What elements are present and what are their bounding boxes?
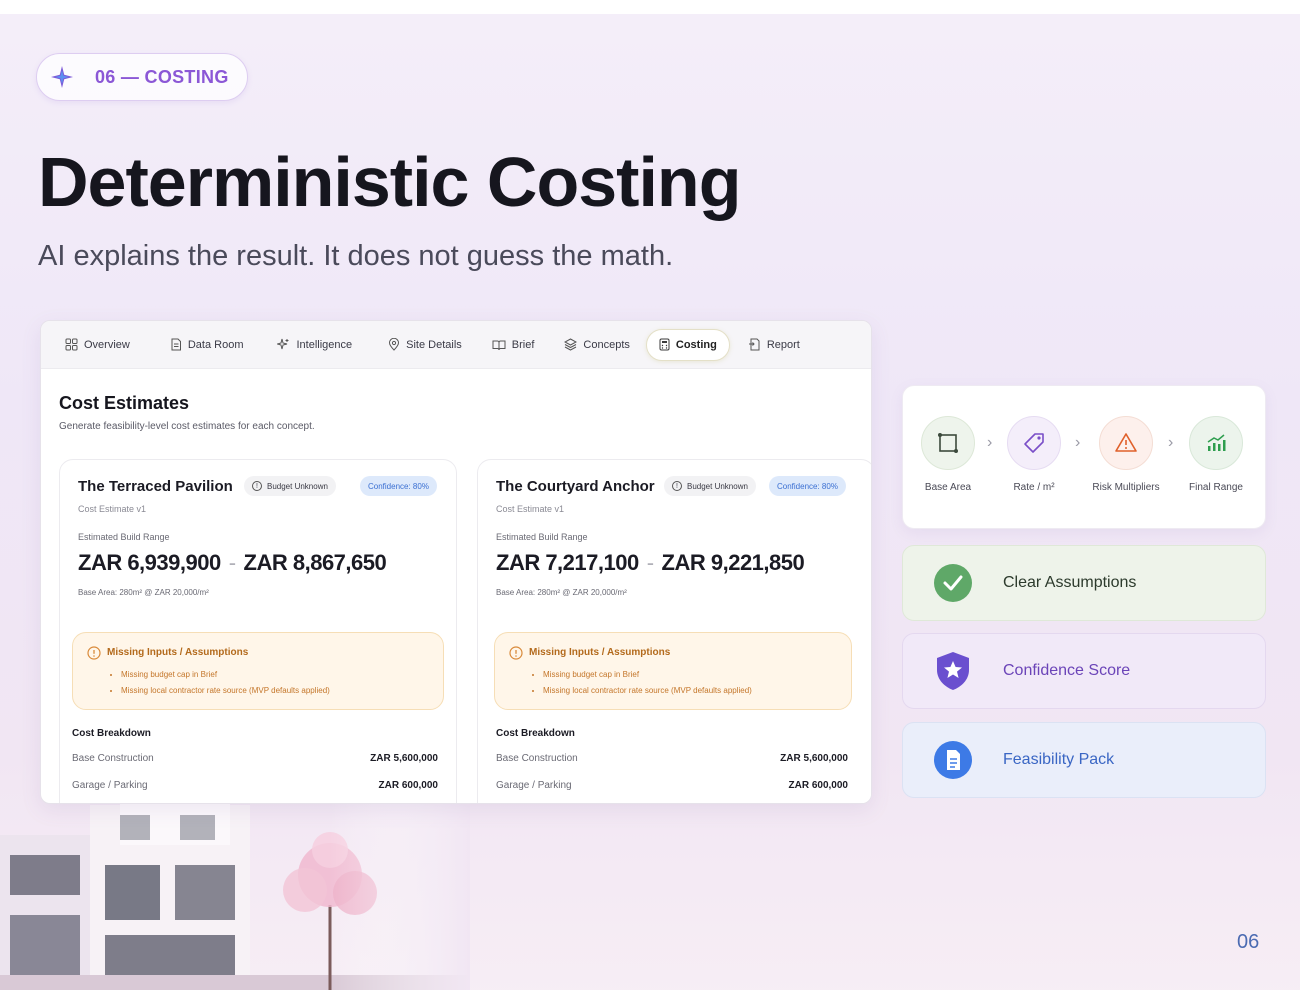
flow-step-label: Base Area <box>924 482 972 493</box>
tab-label: Intelligence <box>296 338 353 351</box>
chart-icon <box>1189 416 1243 470</box>
flow-step-label: Final Range <box>1189 482 1243 493</box>
breakdown-row: Base Construction ZAR 5,600,000 <box>496 753 848 764</box>
tab-label: Data Room <box>187 338 244 351</box>
info-circle-icon <box>87 646 101 665</box>
breakdown-title: Cost Breakdown <box>72 728 151 739</box>
build-range: ZAR 6,939,900- ZAR 8,867,650 <box>78 550 387 575</box>
concept-card: The Terraced Pavilion ! Budget Unknown C… <box>59 459 457 803</box>
building-illustration <box>0 795 470 990</box>
warning-icon <box>1099 416 1153 470</box>
concept-version: Cost Estimate v1 <box>496 504 565 514</box>
range-label: Estimated Build Range <box>496 532 588 542</box>
section-label: 06 — COSTING <box>95 66 229 87</box>
tab-brief[interactable]: Brief <box>486 329 541 361</box>
build-range: ZAR 7,217,100- ZAR 9,221,850 <box>496 550 805 575</box>
warning-item: Missing local contractor rate source (MV… <box>543 683 752 699</box>
confidence-badge: Confidence: 80% <box>769 476 846 496</box>
costing-flow: Base Area › Rate / m² › Risk Multipliers… <box>902 385 1266 529</box>
page-subtitle: AI explains the result. It does not gues… <box>38 240 674 272</box>
grid-icon <box>65 338 78 351</box>
tab-label: Concepts <box>583 338 630 351</box>
info-icon: ! <box>672 481 682 491</box>
tab-label: Costing <box>675 338 717 351</box>
tab-label: Site Details <box>406 338 462 351</box>
feature-confidence-score: Confidence Score <box>902 633 1266 709</box>
section-pill: 06 — COSTING <box>36 53 248 101</box>
feature-feasibility-pack: Feasibility Pack <box>902 722 1266 798</box>
tab-concepts[interactable]: Concepts <box>558 329 635 361</box>
tab-label: Report <box>766 338 800 351</box>
base-area-rate: Base Area: 280m² @ ZAR 20,000/m² <box>496 588 627 597</box>
concept-card: The Courtyard Anchor ! Budget Unknown Co… <box>477 459 871 803</box>
book-icon <box>492 340 506 350</box>
page-number: 06 <box>1237 931 1260 953</box>
warning-item: Missing budget cap in Brief <box>121 667 330 683</box>
warning-item: Missing local contractor rate source (MV… <box>121 683 330 699</box>
concept-name: The Courtyard Anchor <box>496 478 655 495</box>
tab-overview[interactable]: Overview <box>59 329 136 361</box>
warning-item: Missing budget cap in Brief <box>543 667 752 683</box>
tab-report[interactable]: Report <box>742 329 806 361</box>
feature-clear-assumptions: Clear Assumptions <box>902 545 1266 621</box>
tab-bar: Overview Data Room Intelligence Site Det… <box>41 321 871 369</box>
calculator-icon <box>659 338 670 351</box>
base-area-rate: Base Area: 280m² @ ZAR 20,000/m² <box>78 588 209 597</box>
feature-label: Feasibility Pack <box>1003 751 1115 768</box>
info-circle-icon <box>509 646 523 665</box>
tab-costing[interactable]: Costing <box>645 328 730 361</box>
budget-badge: ! Budget Unknown <box>664 476 756 496</box>
info-icon: ! <box>252 481 262 491</box>
cost-estimates-heading: Cost Estimates <box>59 393 190 413</box>
range-label: Estimated Build Range <box>78 532 170 542</box>
tab-intelligence[interactable]: Intelligence <box>271 329 358 361</box>
tab-data-room[interactable]: Data Room <box>164 329 250 361</box>
concept-version: Cost Estimate v1 <box>78 504 147 514</box>
warning-title: Missing Inputs / Assumptions <box>529 647 671 658</box>
concept-name: The Terraced Pavilion <box>78 478 233 495</box>
document-icon <box>933 740 973 780</box>
confidence-badge: Confidence: 80% <box>360 476 437 496</box>
cost-estimates-description: Generate feasibility-level cost estimate… <box>59 421 315 432</box>
pin-icon <box>389 338 400 351</box>
feature-label: Clear Assumptions <box>1003 574 1137 591</box>
assumptions-warning: Missing Inputs / Assumptions Missing bud… <box>72 632 444 710</box>
sparkle-icon <box>49 64 75 90</box>
report-icon <box>748 338 760 351</box>
tab-label: Brief <box>511 338 535 351</box>
shield-star-icon <box>933 651 973 691</box>
budget-badge: ! Budget Unknown <box>244 476 336 496</box>
flow-step-risk: Risk Multipliers <box>1081 416 1171 493</box>
flow-step-final-range: Final Range <box>1171 416 1261 493</box>
flow-step-base-area: Base Area <box>903 416 993 493</box>
page-bottom-strip <box>0 990 1300 1005</box>
tab-site-details[interactable]: Site Details <box>382 329 468 361</box>
tab-label: Overview <box>84 338 130 351</box>
feature-label: Confidence Score <box>1003 662 1131 679</box>
tag-icon <box>1007 416 1061 470</box>
check-icon <box>933 563 973 603</box>
breakdown-row: Garage / Parking ZAR 600,000 <box>72 780 438 791</box>
document-icon <box>171 338 181 351</box>
breakdown-title: Cost Breakdown <box>496 728 575 739</box>
chevron-right-icon: › <box>1075 434 1081 451</box>
sparkle-icon <box>277 338 289 350</box>
flow-step-label: Risk Multipliers <box>1092 482 1160 493</box>
page-title: Deterministic Costing <box>38 143 741 221</box>
layers-icon <box>564 338 578 351</box>
breakdown-row: Garage / Parking ZAR 600,000 <box>496 780 848 791</box>
warning-title: Missing Inputs / Assumptions <box>107 647 249 658</box>
crop-icon <box>921 416 975 470</box>
assumptions-warning: Missing Inputs / Assumptions Missing bud… <box>494 632 852 710</box>
breakdown-row: Base Construction ZAR 5,600,000 <box>72 753 438 764</box>
app-window: Overview Data Room Intelligence Site Det… <box>40 320 872 804</box>
flow-step-label: Rate / m² <box>1013 482 1055 493</box>
flow-step-rate: Rate / m² <box>989 416 1079 493</box>
